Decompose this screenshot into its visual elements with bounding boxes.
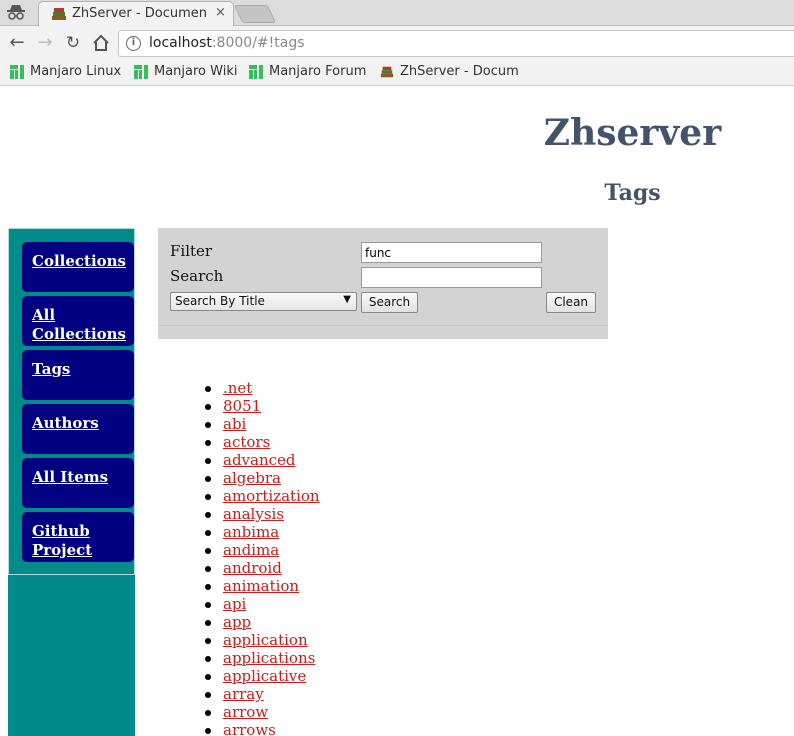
- search-label: Search: [170, 267, 224, 285]
- tag-list: .net 8051 abi actors advanced algebra amortiza…: [205, 380, 405, 736]
- url-path: :8000/#!tags: [211, 35, 305, 51]
- tag-link[interactable]: anbima: [223, 523, 279, 541]
- clean-button[interactable]: Clean: [546, 292, 596, 313]
- sidebar: Collections All Collections Tags Authors…: [8, 228, 135, 736]
- sidebar-link[interactable]: Collections: [32, 252, 126, 270]
- bookmark-label: Manjaro Wiki: [154, 64, 238, 79]
- tag-link[interactable]: analysis: [223, 505, 284, 523]
- tag-list-item: actors: [205, 434, 405, 452]
- tag-list-item: applicative: [205, 668, 405, 686]
- bookmark-zhserver[interactable]: ZhServer - Docum: [380, 64, 520, 82]
- tag-list-item: advanced: [205, 452, 405, 470]
- sidebar-item-tags[interactable]: Tags: [22, 350, 134, 400]
- tag-link[interactable]: advanced: [223, 451, 296, 469]
- tag-link[interactable]: .net: [223, 379, 252, 397]
- books-icon: [52, 8, 66, 20]
- tag-link[interactable]: array: [223, 685, 264, 703]
- tag-link[interactable]: applications: [223, 649, 315, 667]
- incognito-icon: [7, 5, 25, 20]
- url-text: localhost:8000/#!tags: [149, 35, 305, 51]
- tag-link[interactable]: applicative: [223, 667, 306, 685]
- bookmark-label: ZhServer - Docum: [400, 64, 519, 79]
- bookmark-label: Manjaro Linux: [30, 64, 122, 79]
- tag-list-item: analysis: [205, 506, 405, 524]
- tag-list-item: animation: [205, 578, 405, 596]
- tag-list-item: 8051: [205, 398, 405, 416]
- tag-link[interactable]: 8051: [223, 397, 261, 415]
- tag-list-item: .net: [205, 380, 405, 398]
- tag-link[interactable]: andima: [223, 541, 279, 559]
- tag-list-item: array: [205, 686, 405, 704]
- tag-list-item: arrow: [205, 704, 405, 722]
- tag-list-item: andima: [205, 542, 405, 560]
- tab-title: ZhServer - Documen: [72, 6, 207, 21]
- tag-link[interactable]: app: [223, 613, 251, 631]
- tab-close-icon[interactable]: ×: [215, 5, 226, 20]
- sidebar-nav: Collections All Collections Tags Authors…: [8, 228, 135, 575]
- manjaro-icon: [134, 65, 148, 79]
- dropdown-arrow-icon: ▼: [343, 294, 351, 305]
- sidebar-item-authors[interactable]: Authors: [22, 404, 134, 454]
- sidebar-item-all-items[interactable]: All Items: [22, 458, 134, 508]
- tag-link[interactable]: api: [223, 595, 246, 613]
- reload-icon[interactable]: ↻: [63, 33, 83, 53]
- back-icon[interactable]: ←: [7, 33, 27, 53]
- url-host: localhost: [149, 35, 212, 51]
- sidebar-link[interactable]: Tags: [32, 360, 70, 378]
- browser-tab[interactable]: ZhServer - Documen ×: [38, 1, 234, 26]
- address-bar[interactable]: i localhost:8000/#!tags: [118, 30, 794, 57]
- filter-input[interactable]: [361, 242, 542, 263]
- panel-divider: [158, 325, 608, 326]
- tag-link[interactable]: animation: [223, 577, 299, 595]
- filter-label: Filter: [170, 242, 213, 260]
- tag-list-item: arrows: [205, 722, 405, 736]
- tag-link[interactable]: arrow: [223, 703, 268, 721]
- tag-list-item: abi: [205, 416, 405, 434]
- tag-link[interactable]: actors: [223, 433, 270, 451]
- info-icon[interactable]: i: [126, 36, 141, 51]
- tab-strip: ZhServer - Documen ×: [0, 0, 794, 26]
- page-heading: Tags: [604, 180, 661, 206]
- forward-icon[interactable]: →: [35, 33, 55, 53]
- tag-list-item: android: [205, 560, 405, 578]
- sidebar-link[interactable]: All Collections: [32, 306, 126, 343]
- manjaro-icon: [10, 65, 24, 79]
- filter-panel: Filter Search Search By Title ▼ Search C…: [158, 228, 608, 339]
- search-mode-value: Search By Title: [175, 294, 265, 308]
- search-button[interactable]: Search: [361, 292, 418, 313]
- search-mode-select[interactable]: Search By Title ▼: [170, 292, 357, 311]
- tag-list-item: api: [205, 596, 405, 614]
- tag-list-item: algebra: [205, 470, 405, 488]
- bookmark-label: Manjaro Forum: [269, 64, 367, 79]
- tag-list-item: app: [205, 614, 405, 632]
- sidebar-link[interactable]: Github Project: [32, 522, 92, 559]
- sidebar-link[interactable]: All Items: [32, 468, 108, 486]
- tag-list-item: anbima: [205, 524, 405, 542]
- tag-link[interactable]: amortization: [223, 487, 320, 505]
- manjaro-icon: [249, 65, 263, 79]
- tag-list-item: application: [205, 632, 405, 650]
- sidebar-item-collections[interactable]: Collections: [22, 242, 134, 292]
- home-icon[interactable]: [91, 33, 111, 53]
- search-input[interactable]: [361, 267, 542, 288]
- tag-link[interactable]: android: [223, 559, 282, 577]
- sidebar-item-all-collections[interactable]: All Collections: [22, 296, 134, 346]
- sidebar-link[interactable]: Authors: [32, 414, 99, 432]
- tag-link[interactable]: arrows: [223, 721, 276, 736]
- tag-list-item: amortization: [205, 488, 405, 506]
- sidebar-item-github-project[interactable]: Github Project: [22, 512, 134, 562]
- tag-link[interactable]: application: [223, 631, 308, 649]
- tag-link[interactable]: abi: [223, 415, 246, 433]
- new-tab-button[interactable]: [233, 5, 277, 23]
- bookmarks-bar: Manjaro Linux Manjaro Wiki Manjaro Forum…: [0, 60, 794, 86]
- tag-link[interactable]: algebra: [223, 469, 281, 487]
- books-icon: [380, 66, 394, 78]
- tag-list-item: applications: [205, 650, 405, 668]
- site-title: Zhserver: [543, 112, 722, 154]
- browser-toolbar: ← → ↻ i localhost:8000/#!tags: [0, 26, 794, 60]
